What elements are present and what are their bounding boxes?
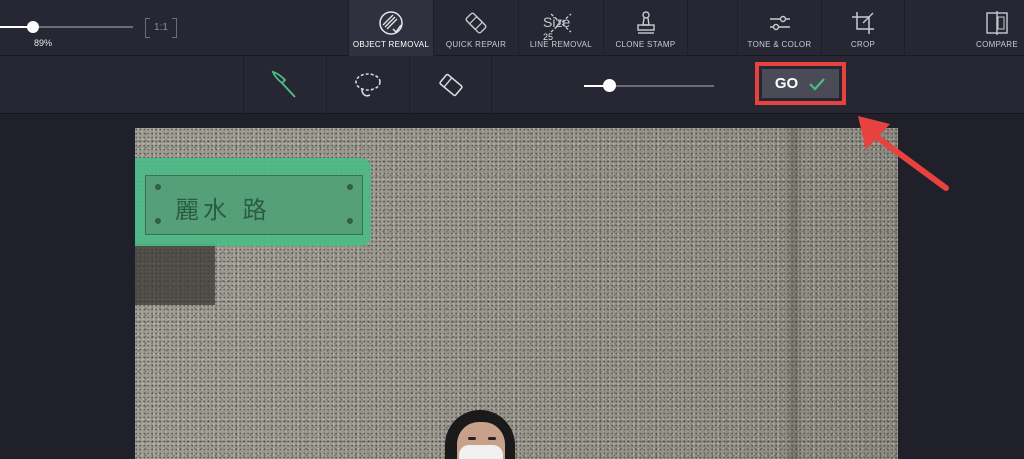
size-value: 25: [543, 32, 554, 42]
go-label: GO: [774, 75, 799, 92]
eraser-tool-button[interactable]: [409, 56, 492, 114]
tool-object-removal[interactable]: OBJECT REMOVAL: [348, 0, 433, 56]
plaque-text: 麗水 路: [175, 196, 271, 224]
eraser-icon: [438, 73, 463, 97]
person: [445, 410, 515, 459]
person-eye: [488, 437, 496, 440]
tool-quick-repair[interactable]: QUICK REPAIR: [433, 0, 518, 56]
zoom-control: 89% 1:1: [0, 0, 200, 56]
size-slider-handle[interactable]: [602, 79, 616, 92]
actual-size-button[interactable]: 1:1: [145, 16, 177, 38]
tool-label: CROP: [850, 40, 876, 49]
zoom-value: 89%: [34, 38, 53, 48]
person-face-mask: [459, 445, 503, 459]
lasso-tool-button[interactable]: [326, 56, 409, 114]
annotation-arrow-icon: [858, 116, 949, 191]
stamp-icon: [632, 9, 660, 37]
check-icon: [809, 77, 825, 91]
compare-icon: [983, 9, 1011, 37]
plaque-bolt: [155, 184, 161, 190]
zoom-slider-handle[interactable]: [27, 21, 40, 33]
brush-icon: [271, 70, 296, 98]
plaque-bolt: [347, 218, 353, 224]
bandage-icon: [462, 9, 490, 37]
tool-clone-stamp[interactable]: CLONE STAMP: [603, 0, 688, 56]
top-toolbar: 89% 1:1 OBJECT REMOVAL QUICK REPAIR LINE…: [0, 0, 1024, 56]
photo[interactable]: 麗水 路: [135, 128, 898, 459]
lasso-icon: [355, 73, 381, 97]
tool-tone-color[interactable]: TONE & COLOR: [737, 0, 821, 56]
brush-toolbar: [0, 56, 1024, 114]
tool-compare[interactable]: COMPARE: [970, 0, 1024, 56]
tool-label: COMPARE: [976, 40, 1018, 49]
tool-label: OBJECT REMOVAL: [352, 40, 430, 49]
app-window: 89% 1:1 OBJECT REMOVAL QUICK REPAIR LINE…: [0, 0, 1024, 459]
go-button[interactable]: GO: [762, 69, 839, 98]
size-label: Size: [543, 14, 571, 30]
person-eye: [468, 437, 476, 440]
plaque-bolt: [155, 218, 161, 224]
wall-shadow: [135, 243, 215, 305]
tool-crop[interactable]: CROP: [821, 0, 905, 56]
tool-label: QUICK REPAIR: [445, 40, 507, 49]
brush-tool-button[interactable]: [243, 56, 326, 114]
object-removal-icon: [377, 9, 405, 37]
tool-label: TONE & COLOR: [747, 40, 812, 49]
sliders-icon: [766, 9, 794, 37]
brush-size-control: Size 25: [543, 14, 570, 42]
wall-crack: [785, 128, 803, 459]
tool-label: CLONE STAMP: [615, 40, 676, 49]
crop-icon: [849, 9, 877, 37]
plaque-bolt: [347, 184, 353, 190]
